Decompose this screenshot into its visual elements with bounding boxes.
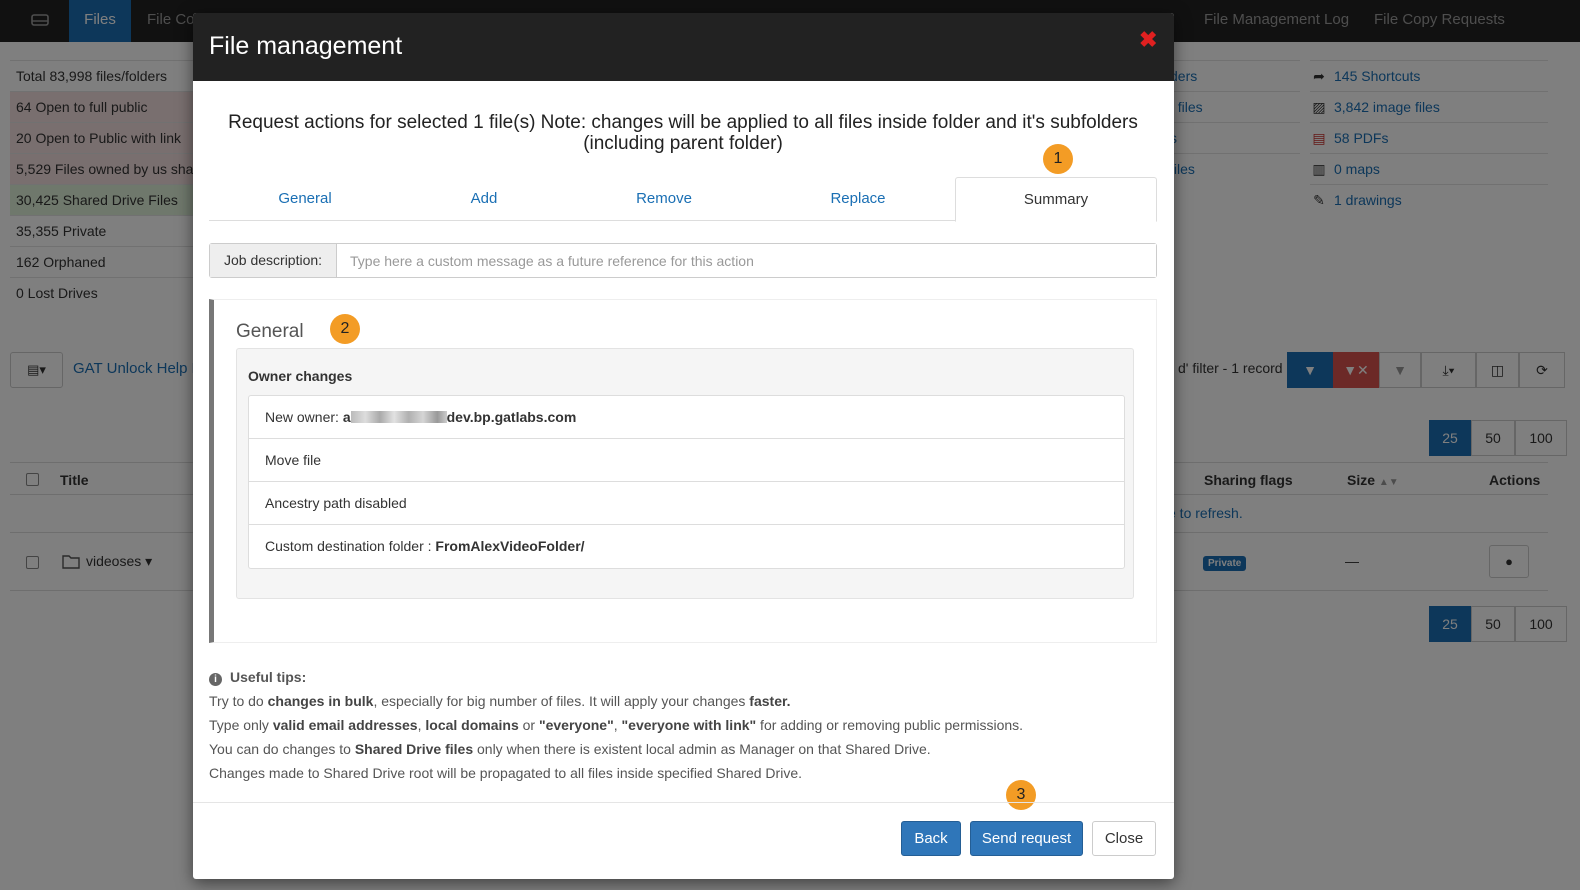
tip-1: Try to do changes in bulk, especially fo… (209, 693, 791, 709)
modal-header: File management ✖ (193, 13, 1174, 81)
custom-dest-value: FromAlexVideoFolder/ (435, 538, 585, 554)
tips-title: Useful tips: (230, 669, 307, 685)
new-owner-label: New owner: (265, 409, 343, 425)
tab-bar: General Add Remove Replace Summary (209, 177, 1157, 222)
changes-list: New owner: a dev.bp.gatlabs.com Move file… (248, 395, 1125, 569)
list-item-new-owner: New owner: a dev.bp.gatlabs.com (249, 396, 1124, 439)
owner-changes-well: Owner changes New owner: a dev.bp.gatlabs… (236, 348, 1134, 599)
back-button[interactable]: Back (901, 821, 961, 856)
useful-tips: i Useful tips: Try to do changes in bulk,… (209, 665, 1157, 785)
redacted-email (350, 411, 447, 423)
list-item-move-file: Move file (249, 439, 1124, 482)
job-description-input[interactable] (337, 244, 1156, 277)
close-icon[interactable]: ✖ (1139, 27, 1157, 53)
tab-summary[interactable]: Summary (955, 177, 1157, 222)
modal-footer: Back Send request Close (193, 802, 1174, 879)
info-icon: i (209, 673, 222, 686)
close-button[interactable]: Close (1092, 821, 1156, 856)
custom-dest-label: Custom destination folder : (265, 538, 436, 554)
tab-remove[interactable]: Remove (567, 177, 761, 221)
modal-title: File management (209, 32, 403, 60)
modal-description: Request actions for selected 1 file(s) N… (228, 112, 1138, 154)
tab-replace[interactable]: Replace (761, 177, 955, 221)
new-owner-prefix: a (342, 409, 351, 425)
summary-panel: General 2 Owner changes New owner: a dev.… (209, 299, 1157, 643)
new-owner-domain: dev.bp.gatlabs.com (446, 409, 577, 425)
tip-2: Type only valid email addresses, local d… (209, 717, 1024, 733)
step-marker-2: 2 (330, 314, 360, 344)
list-item-ancestry: Ancestry path disabled (249, 482, 1124, 525)
tab-add[interactable]: Add (401, 177, 567, 221)
file-management-modal: File management ✖ Request actions for se… (193, 13, 1174, 879)
job-description-label: Job description: (210, 244, 337, 277)
tips-heading: i Useful tips: (209, 665, 1157, 689)
list-item-custom-destination: Custom destination folder : FromAlexVide… (249, 525, 1124, 568)
job-description-group: Job description: (209, 243, 1157, 278)
tip-3: You can do changes to Shared Drive files… (209, 741, 931, 757)
section-title: General (236, 321, 304, 342)
tab-general[interactable]: General (209, 177, 401, 221)
send-request-button[interactable]: Send request (970, 821, 1083, 856)
step-marker-1: 1 (1043, 144, 1073, 174)
owner-changes-title: Owner changes (248, 368, 353, 384)
